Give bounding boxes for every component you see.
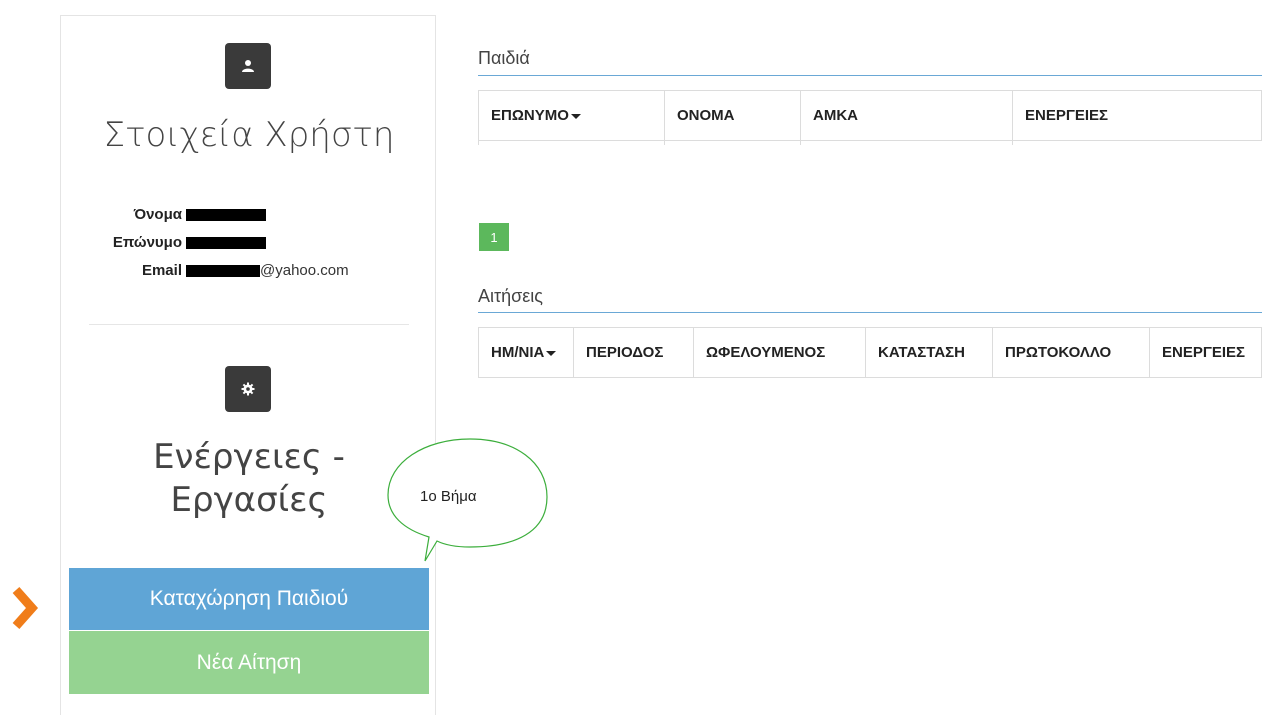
table-cell [478,140,665,145]
field-label: Επώνυμο [112,234,182,251]
user-icon [225,43,271,89]
column-header-label: ΕΠΩΝΥΜΟ [491,107,569,124]
sidebar-panel: Στοιχεία Χρήστη Όνομα Επώνυμο Email @yaho… [60,15,436,715]
children-section-title: Παιδιά [478,48,530,68]
new-application-button[interactable]: Νέα Αίτηση [69,631,429,694]
pagination-page-button[interactable]: 1 [479,223,509,251]
table-cell [800,140,1013,145]
column-header-actions: ΕΝΕΡΓΕΙΕΣ [1149,327,1262,378]
table-row-empty [478,140,1262,145]
field-email: Email @yahoo.com [61,262,349,279]
sort-caret-icon [570,113,581,119]
column-header-amka[interactable]: ΑΜΚΑ [800,90,1013,141]
field-label: Όνομα [133,206,182,223]
field-last-name: Επώνυμο [61,234,266,251]
column-header-label: ΕΝΕΡΓΕΙΕΣ [1025,107,1109,124]
column-header-surname[interactable]: ΕΠΩΝΥΜΟ [478,90,665,141]
column-header-label: ΕΝΕΡΓΕΙΕΣ [1162,344,1246,361]
table-cell [1012,140,1262,145]
actions-title: Ενέργειες - Εργασίες [61,436,437,522]
children-table: ΕΠΩΝΥΜΟ ΟΝΟΜΑ ΑΜΚΑ ΕΝΕΡΓΕΙΕΣ [478,90,1262,145]
applications-section-divider [478,312,1262,313]
sort-caret-icon [546,350,557,356]
register-child-button[interactable]: Καταχώρηση Παιδιού [69,568,429,630]
gear-icon [225,366,271,412]
field-label: Email [141,262,182,279]
user-info-title: Στοιχεία Χρήστη [103,115,395,155]
column-header-actions: ΕΝΕΡΓΕΙΕΣ [1012,90,1262,141]
table-cell [664,140,801,145]
column-header-label: ΟΝΟΜΑ [677,107,735,124]
applications-section-title: Αιτήσεις [478,286,543,306]
column-header-label: ΗΜ/ΝΙΑ [491,344,545,361]
column-header-label: ΚΑΤΑΣΤΑΣΗ [878,344,966,361]
actions-title-line1: Ενέργειες - [153,437,345,477]
sidebar-divider [89,324,409,325]
column-header-protocol[interactable]: ΠΡΩΤΟΚΟΛΛΟ [992,327,1150,378]
column-header-date[interactable]: ΗΜ/ΝΙΑ [478,327,574,378]
redacted-value [186,209,266,222]
field-first-name: Όνομα [61,206,266,223]
table-header-row: ΗΜ/ΝΙΑ ΠΕΡΙΟΔΟΣ ΩΦΕΛΟΥΜΕΝΟΣ ΚΑΤΑΣΤΑΣΗ ΠΡ… [478,327,1262,378]
redacted-value [186,237,266,250]
column-header-label: ΑΜΚΑ [813,107,858,124]
redacted-value [186,265,260,278]
column-header-label: ΩΦΕΛΟΥΜΕΝΟΣ [706,344,826,361]
column-header-period[interactable]: ΠΕΡΙΟΔΟΣ [573,327,694,378]
chevron-right-icon [12,587,39,629]
column-header-status[interactable]: ΚΑΤΑΣΤΑΣΗ [865,327,993,378]
children-section-divider [478,75,1262,76]
actions-title-line2: Εργασίες [170,480,328,520]
column-header-label: ΠΕΡΙΟΔΟΣ [586,344,664,361]
applications-table: ΗΜ/ΝΙΑ ΠΕΡΙΟΔΟΣ ΩΦΕΛΟΥΜΕΝΟΣ ΚΑΤΑΣΤΑΣΗ ΠΡ… [478,327,1262,378]
column-header-label: ΠΡΩΤΟΚΟΛΛΟ [1005,344,1112,361]
column-header-name[interactable]: ΟΝΟΜΑ [664,90,801,141]
email-domain: @yahoo.com [260,262,349,279]
step-callout-text: 1ο Βήμα [420,488,477,505]
table-header-row: ΕΠΩΝΥΜΟ ΟΝΟΜΑ ΑΜΚΑ ΕΝΕΡΓΕΙΕΣ [478,90,1262,141]
column-header-beneficiary[interactable]: ΩΦΕΛΟΥΜΕΝΟΣ [693,327,866,378]
